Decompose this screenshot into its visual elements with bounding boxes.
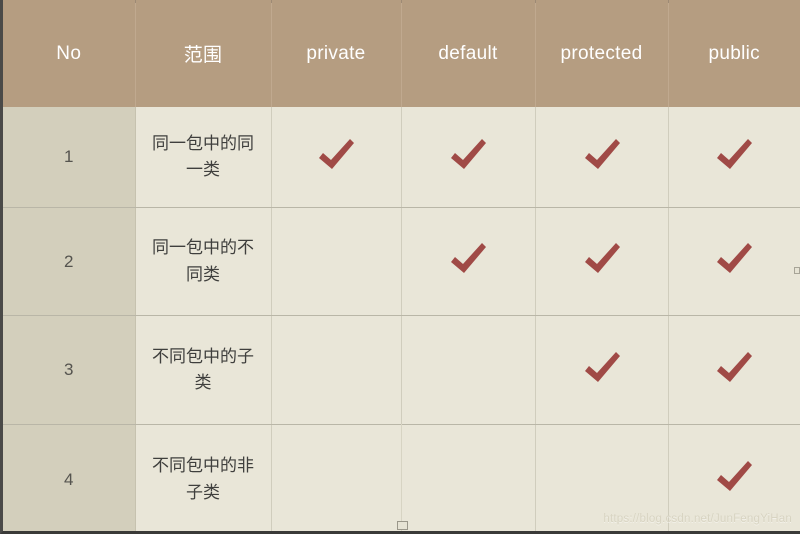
access-cell-default[interactable]	[401, 107, 536, 208]
empty-mark	[445, 455, 491, 499]
access-cell-protected[interactable]	[535, 315, 669, 425]
check-icon	[579, 133, 625, 177]
empty-mark	[313, 346, 359, 390]
check-icon	[711, 237, 757, 281]
row-number-cell[interactable]: 1	[3, 107, 136, 208]
empty-mark	[313, 455, 359, 499]
access-cell-public[interactable]	[668, 107, 800, 208]
column-header-no[interactable]: No	[3, 0, 136, 107]
table-row: 2 同一包中的不同类	[3, 207, 800, 316]
empty-mark	[445, 346, 491, 390]
access-cell-public[interactable]	[668, 315, 800, 425]
check-icon	[711, 346, 757, 390]
scope-description-cell[interactable]: 不同包中的子类	[135, 315, 272, 425]
column-header-protected[interactable]: protected	[535, 0, 669, 107]
column-header-default[interactable]: default	[401, 0, 536, 107]
access-cell-default[interactable]	[401, 207, 536, 316]
access-cell-default[interactable]	[401, 315, 536, 425]
access-cell-private[interactable]	[271, 315, 402, 425]
edge-marker-handle[interactable]	[794, 267, 800, 274]
access-cell-public[interactable]	[668, 207, 800, 316]
check-icon	[445, 133, 491, 177]
empty-mark	[579, 455, 625, 499]
row-number-cell[interactable]: 4	[3, 424, 136, 531]
check-icon	[579, 237, 625, 281]
row-number-cell[interactable]: 2	[3, 207, 136, 316]
check-icon	[711, 455, 757, 499]
access-cell-private[interactable]	[271, 107, 402, 208]
access-cell-public[interactable]	[668, 424, 800, 531]
scope-description-cell[interactable]: 同一包中的同一类	[135, 107, 272, 208]
table-screenshot-page: No 范围 private default protected public 1…	[0, 0, 800, 534]
access-cell-private[interactable]	[271, 207, 402, 316]
column-header-public[interactable]: public	[668, 0, 800, 107]
row-number-cell[interactable]: 3	[3, 315, 136, 425]
table-header: No 范围 private default protected public	[3, 0, 800, 107]
access-cell-protected[interactable]	[535, 424, 669, 531]
table-row: 1 同一包中的同一类	[3, 107, 800, 208]
access-cell-default[interactable]	[401, 424, 536, 531]
access-cell-protected[interactable]	[535, 207, 669, 316]
check-icon	[579, 346, 625, 390]
check-icon	[313, 133, 359, 177]
column-header-scope[interactable]: 范围	[135, 0, 272, 107]
resize-handle[interactable]	[397, 521, 408, 530]
access-cell-private[interactable]	[271, 424, 402, 531]
scope-description-cell[interactable]: 同一包中的不同类	[135, 207, 272, 316]
column-guide-line	[401, 424, 402, 531]
table-row: 3 不同包中的子类	[3, 315, 800, 425]
header-row: No 范围 private default protected public	[3, 0, 800, 107]
check-icon	[445, 237, 491, 281]
scope-description-cell[interactable]: 不同包中的非子类	[135, 424, 272, 531]
column-header-private[interactable]: private	[271, 0, 402, 107]
empty-mark	[313, 237, 359, 281]
access-cell-protected[interactable]	[535, 107, 669, 208]
check-icon	[711, 133, 757, 177]
